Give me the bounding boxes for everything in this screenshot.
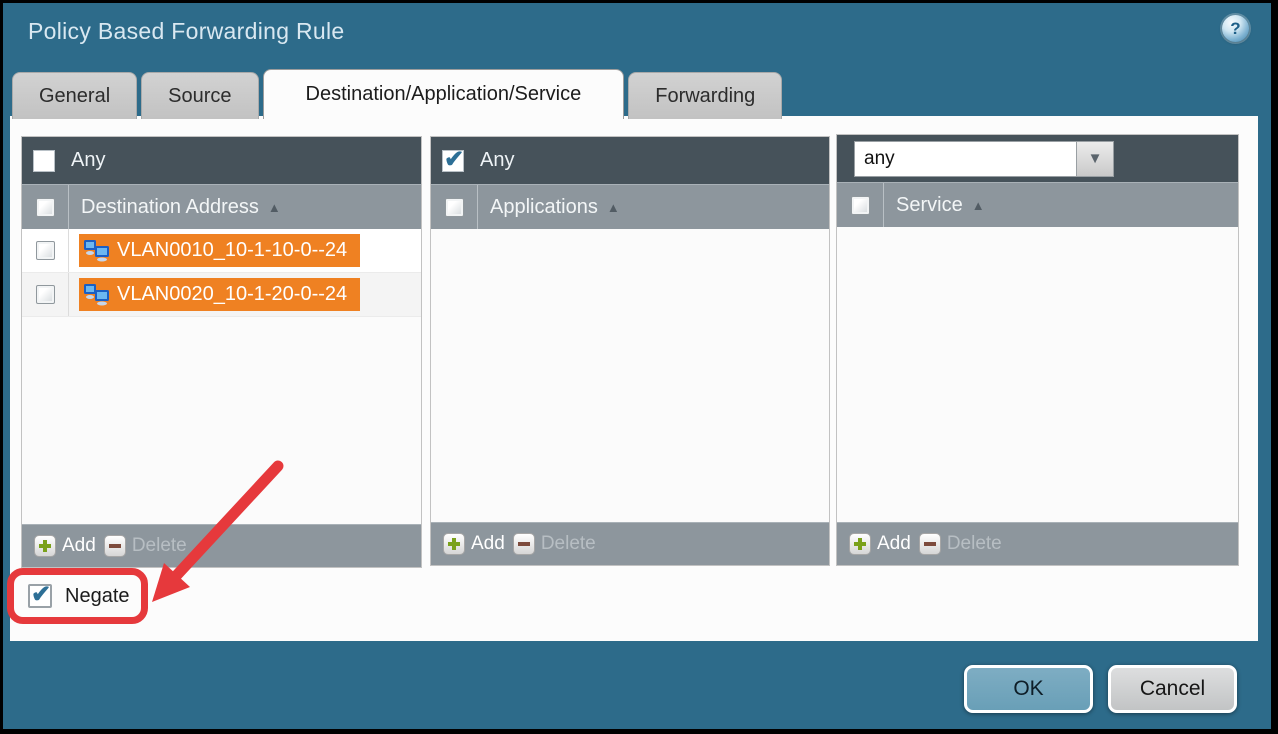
destination-select-all-checkbox[interactable] (36, 198, 55, 217)
plus-icon (849, 533, 871, 555)
tab-general[interactable]: General (12, 72, 137, 119)
applications-any-label: Any (480, 149, 514, 172)
network-address-icon (83, 283, 110, 306)
dialog-title: Policy Based Forwarding Rule (28, 18, 345, 45)
service-dropdown[interactable]: any ▼ (854, 141, 1114, 177)
chevron-down-icon[interactable]: ▼ (1076, 141, 1114, 177)
service-list (837, 227, 1238, 522)
pbf-rule-dialog: Policy Based Forwarding Rule ? General S… (0, 0, 1278, 734)
applications-column-label[interactable]: Applications (490, 196, 598, 219)
check-icon: ✔ (444, 145, 464, 174)
delete-button[interactable]: Delete (513, 533, 596, 555)
tab-source[interactable]: Source (141, 72, 258, 119)
plus-icon (443, 533, 465, 555)
sort-asc-icon[interactable]: ▲ (972, 198, 985, 213)
negate-highlight-box: ✔ Negate (7, 568, 148, 624)
sort-asc-icon[interactable]: ▲ (268, 200, 281, 215)
negate-checkbox[interactable]: ✔ (28, 584, 52, 608)
address-chip[interactable]: VLAN0020_10-1-20-0--24 (79, 278, 360, 311)
address-label: VLAN0010_10-1-10-0--24 (117, 239, 347, 262)
service-select-all-checkbox[interactable] (851, 196, 870, 215)
table-row[interactable]: VLAN0010_10-1-10-0--24 (22, 229, 421, 273)
ok-button[interactable]: OK (964, 665, 1093, 713)
dialog-button-bar: OK Cancel (964, 665, 1237, 713)
tab-content: Any Destination Address ▲ (10, 116, 1258, 641)
applications-any-header: ✔ Any (431, 137, 829, 184)
check-icon: ✔ (31, 580, 51, 609)
applications-select-all-checkbox[interactable] (445, 198, 464, 217)
applications-panel: ✔ Any Applications ▲ Add (430, 136, 830, 566)
minus-icon (104, 535, 126, 557)
add-button[interactable]: Add (443, 533, 505, 555)
network-address-icon (83, 239, 110, 262)
minus-icon (513, 533, 535, 555)
table-row[interactable]: VLAN0020_10-1-20-0--24 (22, 273, 421, 317)
plus-icon (34, 535, 56, 557)
destination-list: VLAN0010_10-1-10-0--24 (22, 229, 421, 524)
add-button[interactable]: Add (34, 535, 96, 557)
applications-column-header: Applications ▲ (431, 184, 829, 229)
help-icon[interactable]: ? (1222, 15, 1249, 42)
sort-asc-icon[interactable]: ▲ (607, 200, 620, 215)
tab-bar: General Source Destination/Application/S… (12, 69, 782, 119)
destination-footer: Add Delete (22, 524, 421, 567)
cancel-button[interactable]: Cancel (1108, 665, 1237, 713)
minus-icon (919, 533, 941, 555)
service-footer: Add Delete (837, 522, 1238, 565)
delete-button[interactable]: Delete (104, 535, 187, 557)
service-column-label[interactable]: Service (896, 194, 963, 217)
service-column-header: Service ▲ (837, 182, 1238, 227)
add-button[interactable]: Add (849, 533, 911, 555)
delete-button[interactable]: Delete (919, 533, 1002, 555)
applications-footer: Add Delete (431, 522, 829, 565)
tab-destination-application-service[interactable]: Destination/Application/Service (263, 69, 625, 119)
destination-any-header: Any (22, 137, 421, 184)
destination-any-checkbox[interactable] (33, 150, 55, 172)
applications-any-checkbox[interactable]: ✔ (442, 150, 464, 172)
destination-any-label: Any (71, 149, 105, 172)
service-dropdown-value[interactable]: any (854, 141, 1076, 177)
applications-list (431, 229, 829, 522)
destination-column-header: Destination Address ▲ (22, 184, 421, 229)
row-checkbox[interactable] (36, 285, 55, 304)
destination-address-panel: Any Destination Address ▲ (21, 136, 422, 568)
tab-forwarding[interactable]: Forwarding (628, 72, 782, 119)
destination-column-label[interactable]: Destination Address (81, 196, 259, 219)
address-label: VLAN0020_10-1-20-0--24 (117, 283, 347, 306)
negate-label: Negate (65, 585, 130, 608)
address-chip[interactable]: VLAN0010_10-1-10-0--24 (79, 234, 360, 267)
row-checkbox[interactable] (36, 241, 55, 260)
service-dropdown-header: any ▼ (837, 135, 1238, 182)
service-panel: any ▼ Service ▲ Add (836, 134, 1239, 566)
